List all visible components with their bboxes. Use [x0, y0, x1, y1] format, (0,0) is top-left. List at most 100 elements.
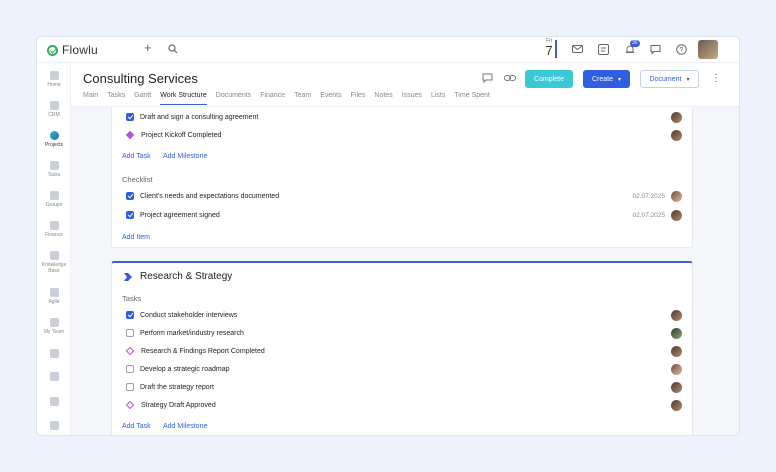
tab-notes[interactable]: Notes	[374, 92, 392, 105]
task-checkbox[interactable]	[126, 365, 134, 373]
tab-files[interactable]: Files	[351, 92, 366, 105]
tab-issues[interactable]: Issues	[402, 92, 422, 105]
add-task-link[interactable]: Add Task	[122, 423, 151, 430]
assignee-avatar[interactable]	[671, 327, 682, 339]
document-button[interactable]: Document ▾	[640, 70, 699, 88]
app-logo[interactable]: Flowlu	[47, 43, 98, 57]
checklist-item[interactable]: Project agreement signed 02.07.2025	[126, 207, 682, 223]
task-checkbox[interactable]	[126, 329, 134, 337]
stage-chevron-icon[interactable]	[124, 273, 133, 283]
sidebar-item-extra-2[interactable]	[37, 372, 71, 383]
add-icon[interactable]: +	[144, 41, 152, 54]
sidebar-item-knowledge-base[interactable]: Knowledge Base	[37, 251, 71, 274]
assignee-avatar[interactable]	[671, 129, 682, 141]
agile-icon	[49, 288, 59, 297]
sidebar-item-projects[interactable]: Projects	[37, 131, 71, 148]
checklist-item-text[interactable]: Project agreement signed	[140, 212, 632, 219]
tab-lists[interactable]: Lists	[431, 92, 445, 105]
sidebar-item-extra-1[interactable]	[37, 349, 71, 360]
add-milestone-link[interactable]: Add Milestone	[163, 153, 207, 160]
sidebar-item-tasks[interactable]: Tasks	[37, 161, 71, 178]
calendar-date[interactable]: Fri 7	[537, 38, 561, 60]
sidebar-item-home[interactable]: Home	[37, 71, 71, 88]
assignee-avatar[interactable]	[671, 309, 682, 321]
sidebar-item-label: Knowledge Base	[41, 262, 67, 274]
chevron-down-icon: ▾	[618, 76, 622, 83]
mail-icon[interactable]	[572, 44, 583, 57]
sidebar-item-finance[interactable]: Finance	[37, 221, 71, 238]
tab-documents[interactable]: Documents	[216, 92, 251, 105]
milestone-row[interactable]: Project Kickoff Completed	[125, 127, 682, 143]
my-team-icon	[49, 318, 59, 327]
project-title: Consulting Services	[83, 71, 198, 86]
task-title[interactable]: Develop a strategic roadmap	[140, 366, 671, 373]
tab-finance[interactable]: Finance	[260, 92, 285, 105]
assignee-avatar[interactable]	[671, 209, 682, 221]
checklist-item[interactable]: Client's needs and expectations document…	[126, 188, 682, 204]
assignee-avatar[interactable]	[671, 399, 682, 411]
tab-main[interactable]: Main	[83, 92, 98, 105]
crm-icon	[49, 101, 59, 110]
help-icon[interactable]: ?	[676, 44, 687, 58]
project-tabs: Main Tasks Gantt Work Structure Document…	[83, 92, 490, 105]
groups-icon	[49, 191, 59, 200]
create-button[interactable]: Create ▾	[583, 70, 630, 88]
sidebar-item-crm[interactable]: CRM	[37, 101, 71, 118]
complete-button[interactable]: Complete	[525, 70, 573, 88]
milestone-title[interactable]: Strategy Draft Approved	[141, 402, 671, 409]
milestone-row[interactable]: Strategy Draft Approved	[125, 397, 682, 413]
search-icon[interactable]	[168, 44, 178, 57]
assignee-avatar[interactable]	[671, 111, 682, 123]
sidebar-item-label: Projects	[44, 142, 64, 148]
task-title[interactable]: Conduct stakeholder interviews	[140, 312, 671, 319]
sidebar-item-extra-4[interactable]	[37, 421, 71, 432]
chat-icon[interactable]	[650, 44, 661, 58]
stage-title[interactable]: Research & Strategy	[140, 271, 232, 282]
task-row[interactable]: Perform market/industry research	[126, 325, 682, 341]
checklist-item-text[interactable]: Client's needs and expectations document…	[140, 193, 632, 200]
milestone-diamond-icon	[125, 346, 135, 356]
link-icon[interactable]	[504, 73, 516, 86]
add-task-link[interactable]: Add Task	[122, 153, 151, 160]
sidebar-item-agile[interactable]: Agile	[37, 288, 71, 305]
comment-icon[interactable]	[482, 73, 493, 86]
more-icon[interactable]: ⋮	[711, 73, 721, 84]
tab-time-spent[interactable]: Time Spent	[454, 92, 490, 105]
task-checkbox[interactable]	[126, 113, 134, 121]
tab-work-structure[interactable]: Work Structure	[160, 92, 207, 105]
tab-gantt[interactable]: Gantt	[134, 92, 151, 105]
tab-team[interactable]: Team	[294, 92, 311, 105]
task-title[interactable]: Draft and sign a consulting agreement	[140, 114, 671, 121]
user-avatar[interactable]	[698, 40, 718, 59]
add-item-link[interactable]: Add Item	[122, 234, 150, 241]
tab-tasks[interactable]: Tasks	[107, 92, 125, 105]
app-icon	[49, 372, 59, 381]
task-checkbox[interactable]	[126, 311, 134, 319]
task-row[interactable]: Draft the strategy report	[126, 379, 682, 395]
notes-icon[interactable]	[598, 44, 609, 58]
task-title[interactable]: Draft the strategy report	[140, 384, 671, 391]
app-icon	[49, 349, 59, 358]
assignee-avatar[interactable]	[671, 381, 682, 393]
task-row[interactable]: Draft and sign a consulting agreement	[126, 109, 682, 125]
sidebar-item-groups[interactable]: Groups	[37, 191, 71, 208]
checklist-checkbox[interactable]	[126, 192, 134, 200]
task-row[interactable]: Conduct stakeholder interviews	[126, 307, 682, 323]
document-button-label: Document	[649, 75, 682, 83]
task-row[interactable]: Develop a strategic roadmap	[126, 361, 682, 377]
assignee-avatar[interactable]	[671, 190, 682, 202]
sidebar-item-my-team[interactable]: My Team	[37, 318, 71, 335]
sidebar-item-label: My Team	[43, 329, 65, 335]
checklist-checkbox[interactable]	[126, 211, 134, 219]
knowledge-base-icon	[49, 251, 59, 260]
milestone-title[interactable]: Research & Findings Report Completed	[141, 348, 671, 355]
task-checkbox[interactable]	[126, 383, 134, 391]
milestone-title[interactable]: Project Kickoff Completed	[141, 132, 671, 139]
milestone-row[interactable]: Research & Findings Report Completed	[125, 343, 682, 359]
add-milestone-link[interactable]: Add Milestone	[163, 423, 207, 430]
assignee-avatar[interactable]	[671, 345, 682, 357]
sidebar-item-extra-3[interactable]	[37, 397, 71, 408]
tab-events[interactable]: Events	[320, 92, 341, 105]
task-title[interactable]: Perform market/industry research	[140, 330, 671, 337]
assignee-avatar[interactable]	[671, 363, 682, 375]
